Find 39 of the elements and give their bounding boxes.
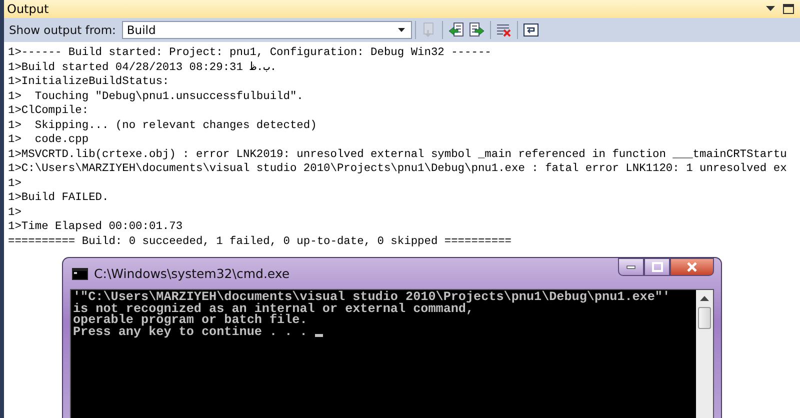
output-line: 1> — [8, 176, 22, 191]
close-icon — [686, 262, 698, 272]
right-arrow-document-icon[interactable] — [468, 22, 485, 38]
caret-icon — [398, 28, 405, 32]
output-line: 1>------ Build started: Project: pnu1, Configuration: Debug Win32 ------ — [8, 46, 492, 60]
output-line: 1>MSVCRTD.lib(crtexe.obj) : error LNK2019: unresolved external symbol _main referenced in function ___tmainCRTStartu — [8, 148, 787, 162]
window-title: C:\Windows\system32\cmd.exe — [94, 266, 290, 281]
console-line: '"C:\Users\MARZIYEH\documents\visual studio 2010\Projects\pnu1\Debug\pnu1.exe"' — [73, 292, 670, 304]
scrollbar[interactable] — [696, 290, 713, 418]
output-line: 1>ClCompile: — [8, 104, 89, 118]
output-line: 1> Touching "Debug\pnu1.unsuccessfulbuild". — [8, 90, 304, 104]
output-line: 1>InitializeBuildStatus: — [8, 75, 170, 90]
scroll-thumb[interactable] — [698, 307, 711, 329]
minimize-icon — [626, 265, 636, 269]
output-line: 1> Skipping... (no relevant changes detected) — [8, 118, 317, 133]
console-icon — [72, 268, 88, 280]
output-line: 1>Build FAILED. — [8, 191, 109, 206]
close-button[interactable] — [670, 258, 714, 276]
minimize-button[interactable] — [618, 258, 644, 276]
output-line: 1> code.cpp — [8, 133, 89, 148]
output-line: 1>Time Elapsed 00:00:01.73 — [8, 220, 183, 234]
output-line: 1> — [8, 206, 22, 220]
clear-icon[interactable] — [496, 22, 512, 38]
output-line: 1>C:\Users\MARZIYEH\documents\visual studio 2010\Projects\pnu1\Debug\pnu1.exe : fatal error LNK1120: 1 unresolved ex — [8, 162, 787, 176]
maximize-icon[interactable] — [783, 4, 794, 14]
wrap-icon[interactable] — [522, 22, 539, 38]
output-line: 1>Build started 04/28/2013 08:29:31 ب.ظ. — [8, 60, 277, 75]
scroll-up-icon[interactable] — [700, 295, 709, 301]
toolbar-label: Show output from: — [9, 23, 116, 37]
output-line: ========== Build: 0 succeeded, 1 failed, 0 up-to-date, 0 skipped ========== — [8, 234, 512, 249]
maximize-icon — [652, 262, 662, 272]
maximize-button[interactable] — [644, 258, 670, 276]
dropdown-icon[interactable] — [766, 6, 775, 12]
cursor-icon — [314, 334, 323, 338]
console-line: Press any key to continue . . . — [73, 326, 308, 338]
console-line: operable program or batch file. — [73, 315, 308, 327]
source-dropdown[interactable]: Build — [122, 21, 412, 39]
left-arrow-document-icon[interactable] — [448, 22, 464, 38]
panel-title: Output — [7, 2, 49, 16]
